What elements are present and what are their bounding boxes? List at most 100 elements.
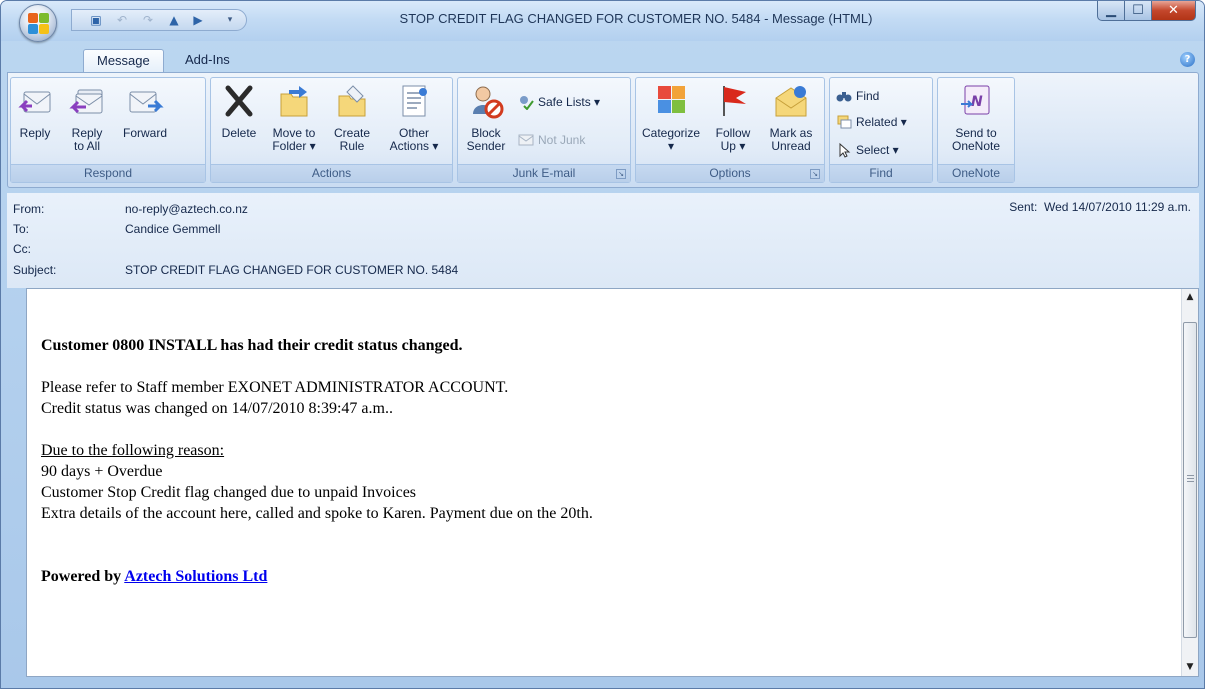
- other-actions-button[interactable]: Other Actions ▾: [383, 82, 445, 153]
- cc-row: Cc:: [13, 240, 125, 258]
- safe-lists-button[interactable]: Safe Lists ▾: [518, 92, 600, 112]
- sent-row: Sent: Wed 14/07/2010 11:29 a.m.: [1009, 200, 1191, 214]
- reply-icon: [16, 82, 54, 120]
- categorize-button[interactable]: Categorize ▾: [638, 82, 704, 153]
- redo-icon[interactable]: ↷: [140, 13, 156, 27]
- customize-qat-icon[interactable]: ▾: [222, 13, 238, 27]
- svg-text:N: N: [971, 94, 983, 110]
- reason-heading: Due to the following reason:: [41, 442, 225, 459]
- safe-lists-icon: [518, 94, 534, 111]
- aztech-link[interactable]: Aztech Solutions Ltd: [124, 568, 267, 585]
- group-onenote: N Send to OneNote OneNote: [937, 77, 1015, 183]
- tab-add-ins[interactable]: Add-Ins: [172, 49, 243, 73]
- follow-up-flag-icon: [714, 82, 752, 120]
- group-label-find: Find: [830, 164, 932, 182]
- other-actions-icon: [395, 82, 433, 120]
- group-options: Categorize ▾ Follow Up ▾ Mark as Unread …: [635, 77, 825, 183]
- find-button[interactable]: Find: [836, 86, 879, 106]
- subject-value: STOP CREDIT FLAG CHANGED FOR CUSTOMER NO…: [125, 263, 459, 277]
- quick-access-toolbar: ▣ ↶ ↷ ▲ ▶ ▾: [71, 9, 247, 31]
- cc-label: Cc:: [13, 242, 31, 256]
- reason-line-2: Customer Stop Credit flag changed due to…: [41, 484, 417, 501]
- group-respond: Reply Reply to All Forward Respond: [10, 77, 206, 183]
- block-sender-icon: [467, 82, 505, 120]
- group-junk-email: Block Sender Safe Lists ▾ Not Junk Junk …: [457, 77, 631, 183]
- office-button[interactable]: [19, 4, 57, 42]
- message-header: From: no-reply@aztech.co.nz To: Candice Ge…: [7, 193, 1199, 288]
- close-button[interactable]: ✕: [1152, 1, 1196, 21]
- to-row: To: Candice Gemmell: [13, 220, 220, 238]
- undo-icon[interactable]: ↶: [114, 13, 130, 27]
- block-sender-button[interactable]: Block Sender: [460, 82, 512, 153]
- previous-item-icon[interactable]: ▲: [166, 13, 182, 27]
- move-to-folder-icon: [275, 82, 313, 120]
- delete-icon: [220, 82, 258, 120]
- send-to-onenote-button[interactable]: N Send to OneNote: [942, 82, 1010, 153]
- vertical-scrollbar[interactable]: ▲ ▼: [1181, 289, 1198, 676]
- reason-line-3: Extra details of the account here, calle…: [41, 505, 593, 522]
- next-item-icon[interactable]: ▶: [190, 13, 206, 27]
- window-controls: ▁ ☐ ✕: [1097, 1, 1196, 22]
- related-button[interactable]: Related ▾: [836, 112, 907, 132]
- not-junk-button[interactable]: Not Junk: [518, 130, 585, 150]
- binoculars-icon: [836, 88, 852, 104]
- ribbon-tabs: Message Add-Ins ?: [7, 45, 1199, 73]
- mark-as-unread-button[interactable]: Mark as Unread: [762, 82, 820, 153]
- sent-value: Wed 14/07/2010 11:29 a.m.: [1044, 200, 1191, 214]
- categorize-icon: [652, 82, 690, 120]
- to-value[interactable]: Candice Gemmell: [125, 222, 220, 236]
- group-label-actions: Actions: [211, 164, 452, 182]
- subject-label: Subject:: [13, 263, 57, 277]
- save-icon[interactable]: ▣: [88, 13, 104, 27]
- changed-date-line: Credit status was changed on 14/07/2010 …: [41, 400, 393, 417]
- create-rule-button[interactable]: Create Rule: [325, 82, 379, 153]
- headline: Customer 0800 INSTALL has had their cred…: [41, 337, 463, 354]
- title-bar: ▣ ↶ ↷ ▲ ▶ ▾ STOP CREDIT FLAG CHANGED FOR…: [1, 1, 1204, 42]
- ribbon: Reply Reply to All Forward Respond Delet…: [7, 72, 1199, 188]
- reply-all-button[interactable]: Reply to All: [61, 82, 113, 153]
- delete-button[interactable]: Delete: [215, 82, 263, 140]
- office-logo-icon: [28, 13, 49, 34]
- group-find: Find Related ▾ Select ▾ Find: [829, 77, 933, 183]
- maximize-button[interactable]: ☐: [1125, 1, 1152, 21]
- mark-as-unread-icon: [772, 82, 810, 120]
- sent-label: Sent:: [1009, 200, 1038, 214]
- staff-line: Please refer to Staff member EXONET ADMI…: [41, 379, 509, 396]
- not-junk-icon: [518, 132, 534, 148]
- group-label-options: Options: [636, 164, 824, 182]
- select-cursor-icon: [836, 142, 852, 158]
- from-label: From:: [13, 202, 45, 216]
- from-value[interactable]: no-reply@aztech.co.nz: [125, 202, 248, 216]
- minimize-button[interactable]: ▁: [1097, 1, 1125, 21]
- onenote-icon: N: [957, 82, 995, 120]
- from-row: From: no-reply@aztech.co.nz: [13, 200, 248, 218]
- move-to-folder-button[interactable]: Move to Folder ▾: [265, 82, 323, 153]
- scroll-down-arrow-icon[interactable]: ▼: [1182, 659, 1198, 676]
- group-label-respond: Respond: [11, 164, 205, 182]
- outlook-message-window: ▣ ↶ ↷ ▲ ▶ ▾ STOP CREDIT FLAG CHANGED FOR…: [0, 0, 1205, 689]
- select-button[interactable]: Select ▾: [836, 140, 899, 160]
- options-dialog-launcher[interactable]: ↘: [810, 169, 820, 179]
- message-body[interactable]: Customer 0800 INSTALL has had their cred…: [26, 288, 1199, 677]
- reply-all-icon: [68, 82, 106, 120]
- follow-up-button[interactable]: Follow Up ▾: [708, 82, 758, 153]
- message-content: Customer 0800 INSTALL has had their cred…: [41, 335, 593, 587]
- window-title: STOP CREDIT FLAG CHANGED FOR CUSTOMER NO…: [399, 11, 873, 26]
- tab-message[interactable]: Message: [83, 49, 164, 73]
- junk-email-dialog-launcher[interactable]: ↘: [616, 169, 626, 179]
- help-icon[interactable]: ?: [1180, 52, 1195, 67]
- scroll-thumb[interactable]: [1183, 322, 1197, 638]
- scroll-up-arrow-icon[interactable]: ▲: [1182, 289, 1198, 306]
- powered-by-line: Powered by Aztech Solutions Ltd: [41, 568, 268, 585]
- related-icon: [836, 114, 852, 130]
- reply-button[interactable]: Reply: [13, 82, 57, 140]
- create-rule-icon: [333, 82, 371, 120]
- reason-line-1: 90 days + Overdue: [41, 463, 163, 480]
- to-label: To:: [13, 222, 30, 236]
- forward-button[interactable]: Forward: [115, 82, 175, 140]
- subject-row: Subject: STOP CREDIT FLAG CHANGED FOR CUS…: [13, 261, 458, 279]
- group-label-onenote: OneNote: [938, 164, 1014, 182]
- forward-icon: [126, 82, 164, 120]
- group-label-junk-email: Junk E-mail: [458, 164, 630, 182]
- group-actions: Delete Move to Folder ▾ Create Rule Othe…: [210, 77, 453, 183]
